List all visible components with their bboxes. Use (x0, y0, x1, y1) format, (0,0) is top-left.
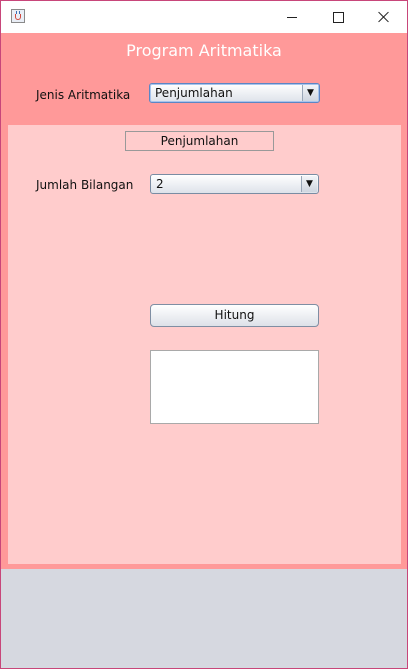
main-panel: Program Aritmatika Jenis Aritmatika Penj… (1, 33, 407, 569)
jumlah-bilangan-value: 2 (156, 177, 164, 191)
minimize-button[interactable] (269, 1, 315, 33)
dropdown-arrow-icon: ▼ (301, 176, 317, 192)
app-window: Program Aritmatika Jenis Aritmatika Penj… (0, 0, 408, 669)
dropdown-arrow-icon: ▼ (302, 85, 318, 101)
jenis-aritmatika-label: Jenis Aritmatika (36, 88, 131, 102)
jumlah-bilangan-dropdown[interactable]: 2 ▼ (150, 174, 319, 194)
page-title: Program Aritmatika (126, 41, 282, 60)
minimize-icon (287, 16, 297, 18)
result-textarea[interactable] (150, 350, 319, 424)
maximize-icon (332, 11, 344, 23)
close-button[interactable] (361, 1, 407, 33)
jenis-aritmatika-value: Penjumlahan (155, 86, 233, 100)
close-icon (378, 11, 390, 23)
maximize-button[interactable] (315, 1, 361, 33)
jumlah-bilangan-label: Jumlah Bilangan (36, 178, 134, 192)
jenis-aritmatika-dropdown[interactable]: Penjumlahan ▼ (149, 83, 320, 103)
hitung-button[interactable]: Hitung (150, 304, 319, 327)
title-bar (1, 1, 407, 33)
operation-panel: Penjumlahan Jumlah Bilangan 2 ▼ Hitung (8, 125, 401, 564)
operation-heading: Penjumlahan (125, 131, 274, 151)
java-app-icon (11, 9, 25, 23)
